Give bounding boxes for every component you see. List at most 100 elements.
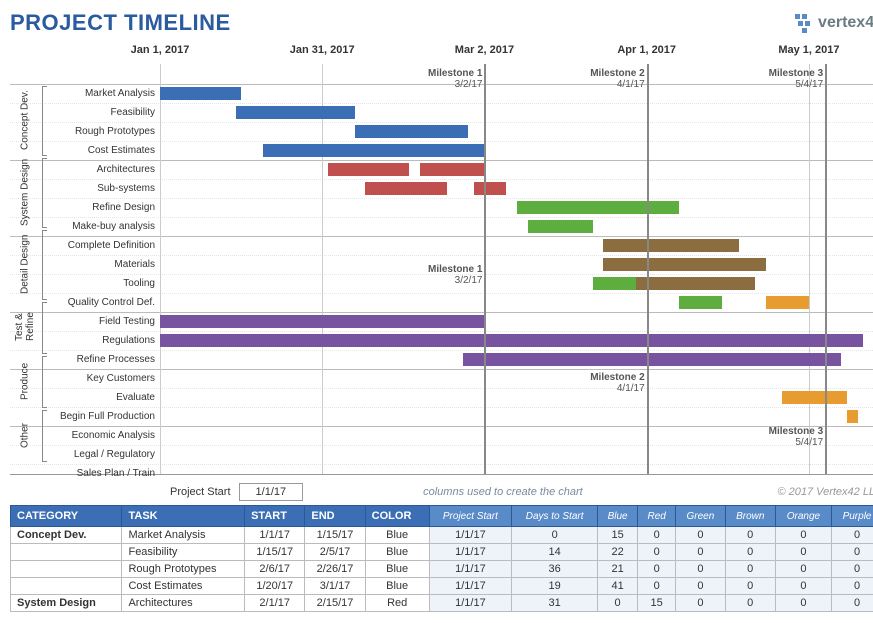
table-cell: Blue [365, 561, 429, 578]
group-label: Test & Refine [10, 300, 40, 354]
table-cell: Feasibility [122, 544, 245, 561]
table-cell: 0 [775, 595, 831, 612]
axis-tick: Apr 1, 2017 [617, 44, 676, 56]
gantt-row: Refine Processes [10, 350, 873, 369]
row-label: Materials [50, 256, 155, 274]
table-cell: 0 [725, 578, 775, 595]
gantt-bar [263, 144, 485, 157]
data-table: CATEGORYTASKSTARTENDCOLORProject StartDa… [10, 505, 873, 612]
gantt-row: Regulations [10, 331, 873, 350]
table-cell: 0 [832, 544, 873, 561]
gantt-bar [603, 258, 765, 271]
table-cell [11, 578, 122, 595]
table-cell: 0 [638, 527, 676, 544]
axis-tick: Mar 2, 2017 [455, 44, 514, 56]
gridline [322, 64, 323, 474]
axis-tick: Jan 1, 2017 [131, 44, 190, 56]
gridline [809, 64, 810, 474]
gantt-bar [365, 182, 446, 195]
table-cell: 0 [832, 595, 873, 612]
table-cell [11, 544, 122, 561]
table-cell: 0 [725, 595, 775, 612]
row-label: Sales Plan / Train [50, 465, 155, 483]
axis-tick: May 1, 2017 [778, 44, 839, 56]
milestone-callout: Milestone 13/2/17 [428, 264, 482, 286]
gantt-bar [528, 220, 593, 233]
milestone-line [484, 64, 486, 474]
gantt-row: Make-buy analysis [10, 217, 873, 236]
table-cell: 0 [775, 578, 831, 595]
gantt-row: Rough Prototypes [10, 122, 873, 141]
table-cell: 0 [676, 561, 725, 578]
table-cell: 31 [512, 595, 598, 612]
group-bracket [42, 230, 47, 300]
row-label: Complete Definition [50, 237, 155, 255]
row-label: Refine Processes [50, 351, 155, 369]
group-label: Detail Design [10, 228, 40, 300]
table-sub-header: Days to Start [512, 506, 598, 527]
gantt-row: Begin Full Production [10, 407, 873, 426]
row-label: Feasibility [50, 104, 155, 122]
gantt-row: Complete Definition [10, 236, 873, 255]
table-cell: 15 [598, 527, 638, 544]
table-cell: Architectures [122, 595, 245, 612]
row-label: Key Customers [50, 370, 155, 388]
table-cell: 2/6/17 [245, 561, 305, 578]
table-cell: 1/1/17 [429, 527, 512, 544]
row-label: Refine Design [50, 199, 155, 217]
row-label: Architectures [50, 161, 155, 179]
row-label: Evaluate [50, 389, 155, 407]
table-row: Concept Dev.Market Analysis1/1/171/15/17… [11, 527, 873, 544]
table-cell: 22 [598, 544, 638, 561]
gantt-bar [236, 106, 355, 119]
gantt-bar [160, 315, 484, 328]
table-cell: 0 [775, 544, 831, 561]
row-label: Legal / Regulatory [50, 446, 155, 464]
row-label: Regulations [50, 332, 155, 350]
gantt-row: Sales Plan / Train [10, 464, 873, 483]
table-header: TASK [122, 506, 245, 527]
table-cell: 41 [598, 578, 638, 595]
row-label: Rough Prototypes [50, 123, 155, 141]
gantt-bar [636, 277, 755, 290]
table-cell: 2/5/17 [305, 544, 365, 561]
gantt-row: Sub-systems [10, 179, 873, 198]
table-cell: 0 [725, 561, 775, 578]
gantt-row: Economic Analysis [10, 426, 873, 445]
table-sub-header: Blue [598, 506, 638, 527]
milestone-line [825, 64, 827, 474]
gantt-bar [160, 334, 863, 347]
table-cell: 0 [512, 527, 598, 544]
group-bracket [42, 356, 47, 408]
table-sub-header: Purple [832, 506, 873, 527]
gantt-row: Refine Design [10, 198, 873, 217]
table-sub-header: Project Start [429, 506, 512, 527]
gantt-bar [679, 296, 722, 309]
table-cell: 14 [512, 544, 598, 561]
table-cell: System Design [11, 595, 122, 612]
table-cell: 0 [832, 527, 873, 544]
milestone-line [647, 64, 649, 474]
gantt-row: Feasibility [10, 103, 873, 122]
copyright: © 2017 Vertex42 LLC [777, 486, 873, 498]
table-row: Feasibility1/15/172/5/17Blue1/1/17142200… [11, 544, 873, 561]
milestone-label: Milestone 13/2/17 [428, 68, 482, 90]
group-label: Concept Dev. [10, 84, 40, 156]
table-row: Rough Prototypes2/6/172/26/17Blue1/1/173… [11, 561, 873, 578]
logo-icon [794, 13, 814, 33]
table-cell: Blue [365, 578, 429, 595]
table-cell [11, 561, 122, 578]
table-cell: 2/26/17 [305, 561, 365, 578]
chart-note: columns used to create the chart [423, 486, 583, 498]
milestone-label: Milestone 24/1/17 [590, 68, 644, 90]
gantt-bar [474, 182, 506, 195]
table-cell: 2/1/17 [245, 595, 305, 612]
group-bracket [42, 158, 47, 228]
project-start-label: Project Start [170, 486, 231, 498]
gantt-bar [328, 163, 409, 176]
table-cell: 1/1/17 [429, 544, 512, 561]
table-cell: Red [365, 595, 429, 612]
group-bracket [42, 302, 47, 354]
table-header: END [305, 506, 365, 527]
table-cell: 0 [676, 578, 725, 595]
